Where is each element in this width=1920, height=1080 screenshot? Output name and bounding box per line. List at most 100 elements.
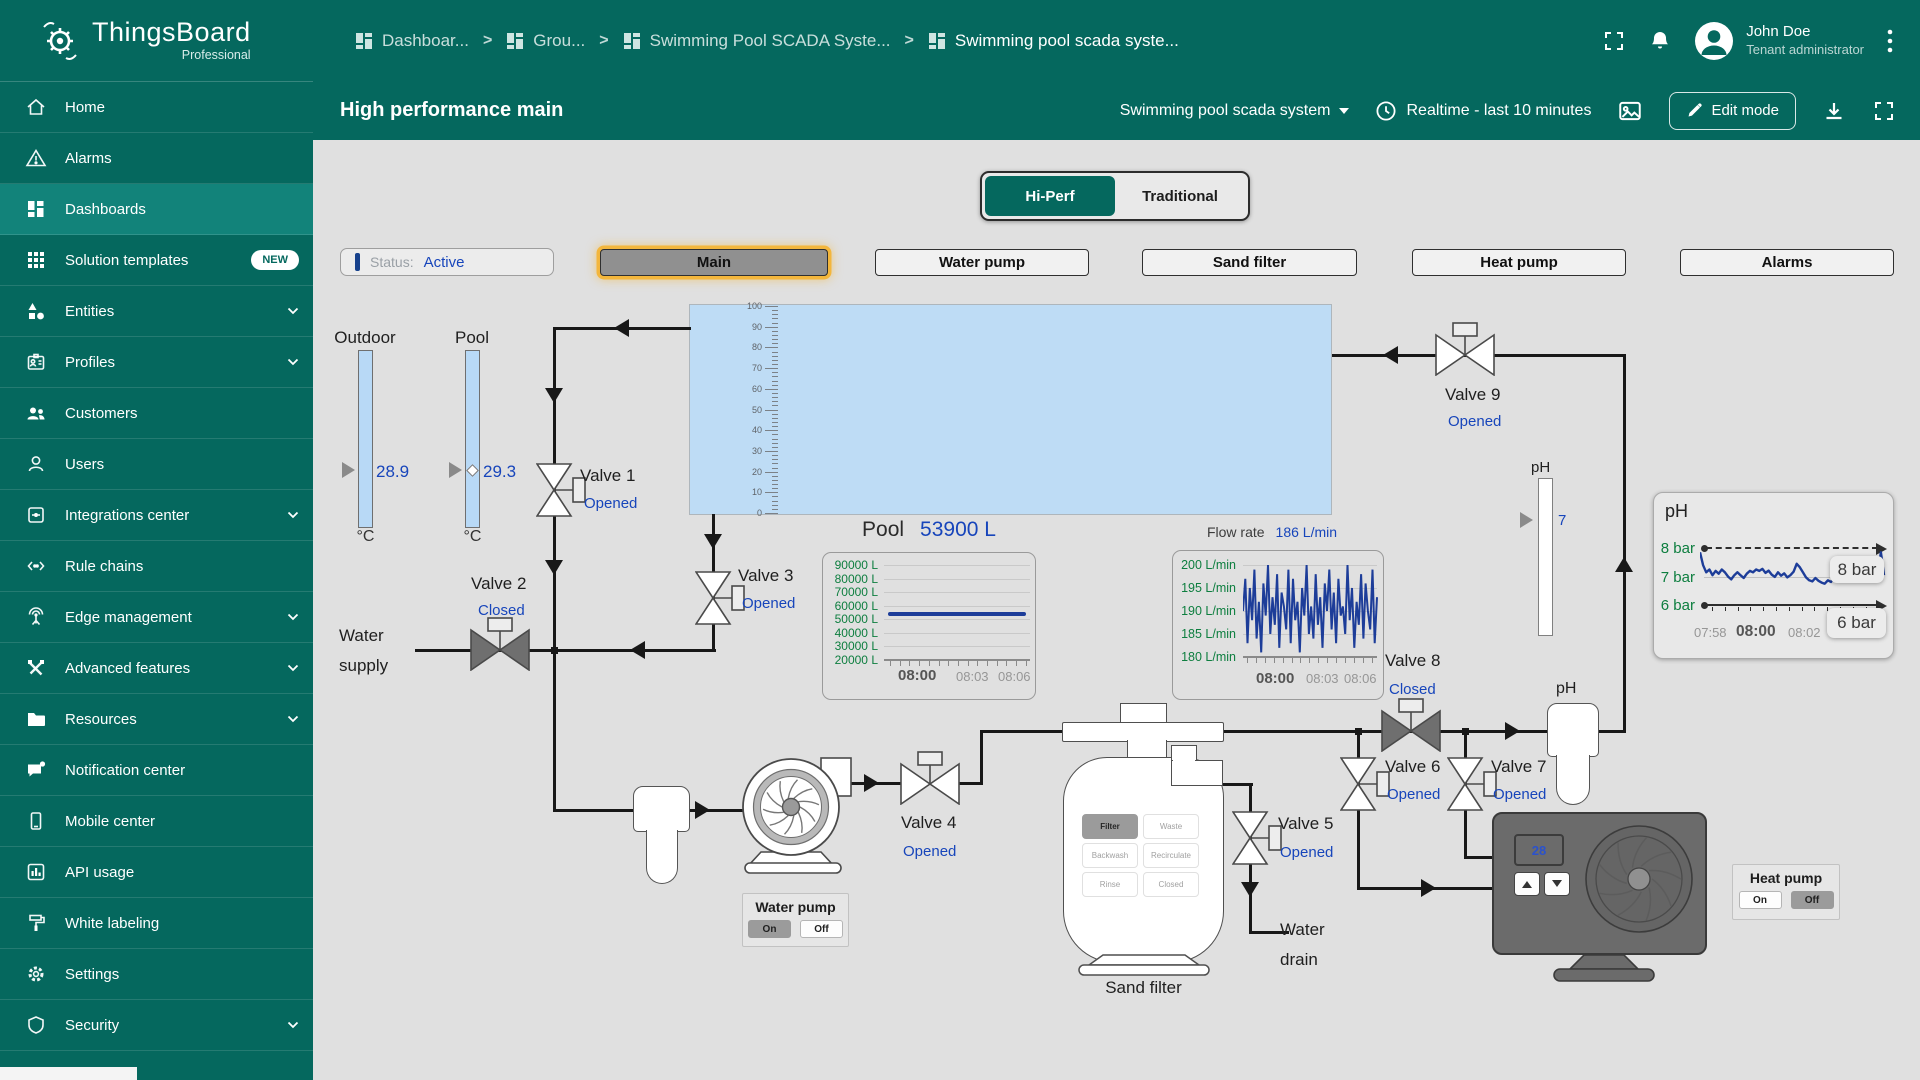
status-widget: Status: Active xyxy=(340,248,554,276)
valve-7-icon[interactable] xyxy=(1447,756,1497,812)
sidebar-item-label: Settings xyxy=(65,966,299,983)
sidebar-item-entities[interactable]: Entities xyxy=(0,286,313,337)
sand-filter-label: Sand filter xyxy=(1063,978,1224,998)
valve-8-icon[interactable] xyxy=(1380,698,1442,752)
flow-arrow-icon xyxy=(1374,346,1398,364)
valve-6-icon[interactable] xyxy=(1340,756,1390,812)
heat-pump-stand xyxy=(1550,953,1658,983)
fullscreen-icon[interactable] xyxy=(1602,29,1626,53)
water-pump-on-button[interactable]: On xyxy=(748,920,791,938)
nav-button-main[interactable]: Main xyxy=(600,249,828,276)
heat-pump-down-button[interactable] xyxy=(1544,872,1570,896)
sidebar-item-label: Entities xyxy=(65,303,269,320)
valve-9-state: Opened xyxy=(1448,413,1501,430)
sidebar-item-security[interactable]: Security xyxy=(0,1000,313,1051)
valve-6-name: Valve 6 xyxy=(1385,757,1440,777)
breadcrumb: Dashboar...>Grou...>Swimming Pool SCADA … xyxy=(355,31,1179,51)
sand-filter-mode-rinse[interactable]: Rinse xyxy=(1082,872,1138,897)
sidebar-item-edge-management[interactable]: Edge management xyxy=(0,592,313,643)
pool-xtick: 08:03 xyxy=(956,669,989,684)
heat-pump-on-button[interactable]: On xyxy=(1739,891,1782,909)
heat-pump-up-button[interactable] xyxy=(1514,872,1540,896)
ph-low-annotation: 6 bar xyxy=(1827,608,1886,638)
water-supply-label-2: supply xyxy=(339,656,388,676)
valve-7-name: Valve 7 xyxy=(1491,757,1546,777)
sidebar-item-home[interactable]: Home xyxy=(0,82,313,133)
users-icon xyxy=(25,453,47,475)
top-header: ThingsBoard Professional Dashboar...>Gro… xyxy=(0,0,1920,81)
user-menu[interactable]: John Doe Tenant administrator xyxy=(1694,21,1864,61)
valve-4-icon[interactable] xyxy=(899,751,961,805)
ph-high-annotation: 8 bar xyxy=(1830,556,1884,583)
sand-filter-mode-backwash[interactable]: Backwash xyxy=(1082,843,1138,868)
flow-ytick: 200 L/min xyxy=(1176,558,1236,572)
sand-filter-mode-recirculate[interactable]: Recirculate xyxy=(1143,843,1199,868)
sidebar-item-alarms[interactable]: Alarms xyxy=(0,133,313,184)
nav-button-alarms[interactable]: Alarms xyxy=(1680,249,1894,276)
notifications-bell-icon[interactable] xyxy=(1648,29,1672,53)
breadcrumb-item[interactable]: Swimming Pool SCADA Syste... xyxy=(623,31,891,51)
valve-2-icon[interactable] xyxy=(469,617,531,671)
sidebar-item-resources[interactable]: Resources xyxy=(0,694,313,745)
sand-filter-mode-filter[interactable]: Filter xyxy=(1082,814,1138,839)
filter-housing-left-body xyxy=(646,830,678,884)
ph-ytick: 8 bar xyxy=(1653,540,1695,557)
toggle-traditional[interactable]: Traditional xyxy=(1115,176,1245,216)
sidebar-item-users[interactable]: Users xyxy=(0,439,313,490)
resources-icon xyxy=(25,708,47,730)
valve-6-state: Opened xyxy=(1387,786,1440,803)
sidebar-item-mobile-center[interactable]: Mobile center xyxy=(0,796,313,847)
flow-ytick: 185 L/min xyxy=(1176,627,1236,641)
nav-button-water-pump[interactable]: Water pump xyxy=(875,249,1089,276)
outdoor-temperature-value: 28.9 xyxy=(376,462,409,482)
kebab-menu-icon[interactable] xyxy=(1886,28,1894,54)
dashboard-state-select[interactable]: Swimming pool scada system xyxy=(1120,102,1350,120)
toggle-hi-perf[interactable]: Hi-Perf xyxy=(985,176,1115,216)
sidebar-item-dashboards[interactable]: Dashboards xyxy=(0,184,313,235)
sidebar-item-solution-templates[interactable]: Solution templatesNEW xyxy=(0,235,313,286)
pipe xyxy=(1464,856,1495,859)
thingsboard-logo[interactable]: ThingsBoard Professional xyxy=(0,0,313,81)
water-pump-machine[interactable] xyxy=(735,748,855,874)
sidebar-item-customers[interactable]: Customers xyxy=(0,388,313,439)
tank-scale-label: 40 xyxy=(714,425,762,435)
sidebar-item-notification-center[interactable]: Notification center xyxy=(0,745,313,796)
sidebar-item-white-labeling[interactable]: White labeling xyxy=(0,898,313,949)
pipe-junction xyxy=(1355,728,1362,735)
integrations-icon xyxy=(25,504,47,526)
sand-filter-mode-waste[interactable]: Waste xyxy=(1143,814,1199,839)
download-icon[interactable] xyxy=(1822,99,1846,123)
valve-5-icon[interactable] xyxy=(1232,810,1282,866)
sand-filter-mode-closed[interactable]: Closed xyxy=(1143,872,1199,897)
heat-pump-off-button[interactable]: Off xyxy=(1791,891,1834,909)
timewindow-button[interactable]: Realtime - last 10 minutes xyxy=(1375,100,1591,122)
breadcrumb-item[interactable]: Swimming pool scada syste... xyxy=(928,31,1179,51)
pool-xtick: 08:06 xyxy=(998,669,1031,684)
new-badge: NEW xyxy=(251,250,299,270)
water-pump-off-button[interactable]: Off xyxy=(800,920,843,938)
sidebar-item-rule-chains[interactable]: Rule chains xyxy=(0,541,313,592)
nav-button-heat-pump[interactable]: Heat pump xyxy=(1412,249,1626,276)
pool-volume-value: 53900 L xyxy=(920,518,996,542)
valve-9-icon[interactable] xyxy=(1434,322,1496,376)
flow-arrow-icon xyxy=(1241,882,1259,906)
flow-series-line xyxy=(1243,561,1379,659)
tank-scale-label: 60 xyxy=(714,384,762,394)
sidebar-item-advanced-features[interactable]: Advanced features xyxy=(0,643,313,694)
white-labeling-icon xyxy=(25,912,47,934)
profiles-icon xyxy=(25,351,47,373)
flow-rate-value: 186 L/min xyxy=(1276,524,1337,540)
sidebar-item-integrations-center[interactable]: Integrations center xyxy=(0,490,313,541)
sidebar-item-api-usage[interactable]: API usage xyxy=(0,847,313,898)
breadcrumb-item[interactable]: Grou... xyxy=(506,31,585,51)
alarm-icon xyxy=(25,147,47,169)
flow-arrow-icon xyxy=(1505,722,1529,740)
edit-mode-button[interactable]: Edit mode xyxy=(1669,92,1796,130)
image-gallery-icon[interactable] xyxy=(1617,98,1643,124)
valve-1-icon[interactable] xyxy=(536,462,586,518)
sidebar-item-profiles[interactable]: Profiles xyxy=(0,337,313,388)
breadcrumb-item[interactable]: Dashboar... xyxy=(355,31,469,51)
sidebar-item-settings[interactable]: Settings xyxy=(0,949,313,1000)
fullscreen-dashboard-icon[interactable] xyxy=(1872,99,1896,123)
nav-button-sand-filter[interactable]: Sand filter xyxy=(1142,249,1357,276)
